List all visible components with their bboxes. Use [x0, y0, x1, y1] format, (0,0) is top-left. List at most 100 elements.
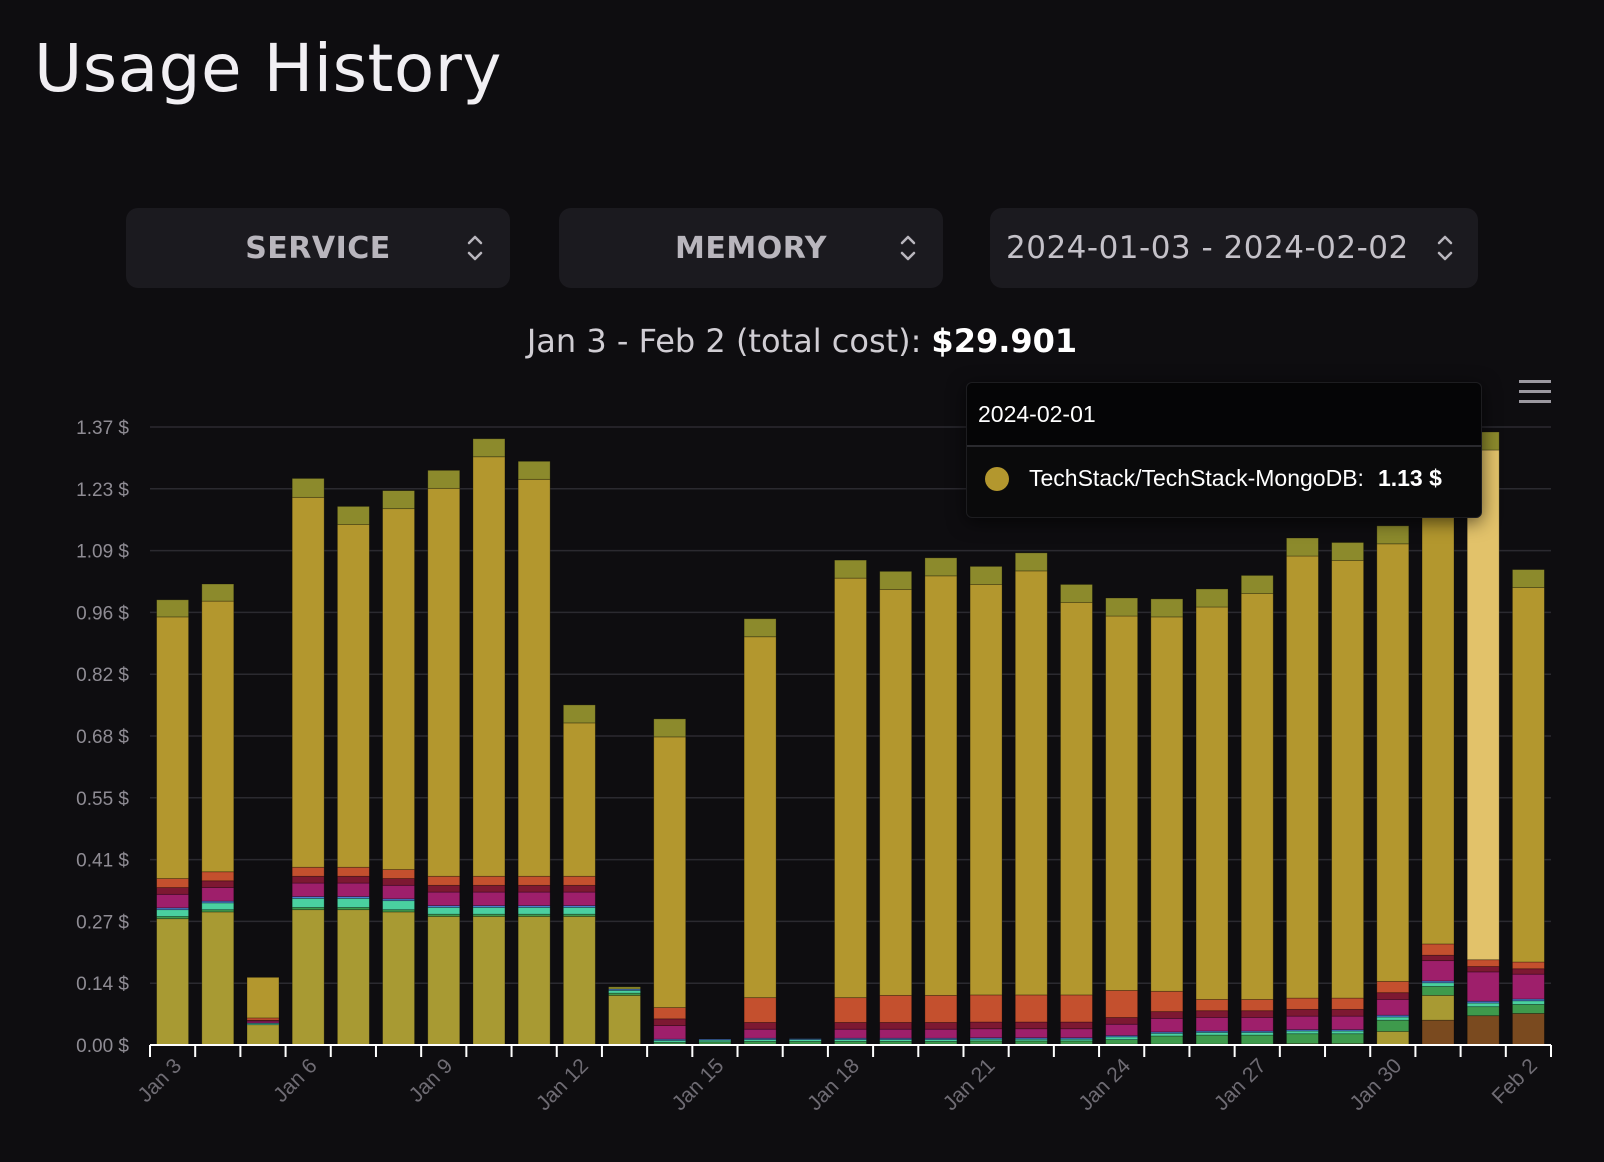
bar-segment — [653, 718, 687, 738]
bar-segment — [1195, 1017, 1229, 1032]
bar-segment — [517, 875, 551, 886]
y-tick-label: 1.23 $ — [76, 480, 129, 501]
bar-segment — [834, 997, 867, 1023]
bar-segment — [1014, 1040, 1048, 1045]
bar-segment — [1060, 1028, 1093, 1039]
y-tick-label: 0.41 $ — [76, 851, 129, 872]
bar-stack[interactable] — [1105, 597, 1139, 1046]
bar-stack[interactable] — [743, 618, 777, 1046]
bar-segment — [517, 891, 551, 907]
bar-stack[interactable] — [924, 557, 958, 1046]
bar-segment — [1150, 990, 1184, 1013]
bar-segment — [1195, 999, 1229, 1012]
bar-segment — [382, 490, 415, 510]
bar-segment — [1512, 961, 1545, 970]
chart-bars — [156, 431, 1545, 1046]
bar-stack[interactable] — [382, 490, 415, 1046]
bar-stack[interactable] — [1466, 431, 1500, 1046]
bar-segment — [336, 875, 370, 884]
bar-stack[interactable] — [1150, 598, 1184, 1046]
bar-segment — [427, 487, 461, 877]
bar-segment — [1512, 569, 1545, 588]
bar-stack[interactable] — [1060, 584, 1093, 1046]
bar-stack[interactable] — [291, 478, 325, 1046]
bar-segment — [1331, 997, 1365, 1010]
y-tick-label: 1.37 $ — [76, 418, 129, 439]
bar-segment — [201, 871, 235, 882]
bar-segment — [1014, 1021, 1048, 1030]
bar-stack[interactable] — [608, 986, 641, 1046]
bar-segment — [562, 884, 596, 893]
bar-stack[interactable] — [1286, 537, 1319, 1046]
bar-segment — [472, 916, 506, 1046]
bar-stack[interactable] — [562, 704, 596, 1046]
bar-segment — [201, 902, 235, 911]
bar-segment — [1014, 994, 1048, 1023]
bar-segment — [924, 557, 958, 577]
bar-segment — [291, 496, 325, 868]
bar-stack[interactable] — [336, 505, 370, 1046]
bar-stack[interactable] — [427, 469, 461, 1046]
bar-stack[interactable] — [1331, 542, 1365, 1046]
x-tick-label: Jan 15 — [668, 1054, 729, 1115]
bar-segment — [382, 900, 415, 911]
x-tick-label: Jan 24 — [1074, 1054, 1135, 1115]
x-tick-label: Jan 30 — [1346, 1054, 1407, 1115]
bar-segment — [1331, 1030, 1365, 1035]
bar-segment — [156, 616, 189, 879]
bar-stack[interactable] — [201, 583, 235, 1046]
bar-stack[interactable] — [969, 565, 1003, 1046]
bar-segment — [879, 1022, 913, 1030]
bar-stack[interactable] — [472, 438, 506, 1046]
bar-segment — [924, 1040, 958, 1045]
y-tick-label: 0.96 $ — [76, 603, 129, 624]
bar-segment — [1195, 588, 1229, 608]
tooltip-row: TechStack/TechStack-MongoDB: 1.13 $ — [985, 465, 1442, 492]
bar-segment — [608, 986, 641, 990]
bar-segment — [1240, 1034, 1274, 1045]
bar-segment — [1195, 606, 1229, 1000]
bar-segment — [156, 599, 189, 618]
bar-segment — [1240, 999, 1274, 1012]
bar-stack[interactable] — [1512, 569, 1545, 1046]
bar-segment — [291, 478, 325, 498]
bar-stack[interactable] — [834, 559, 867, 1046]
bar-segment — [608, 994, 641, 1046]
bar-segment — [1060, 1040, 1093, 1045]
bar-segment — [1240, 1017, 1274, 1032]
bar-segment — [1421, 960, 1455, 982]
bar-segment — [201, 600, 235, 873]
bar-segment — [1014, 570, 1048, 996]
bar-stack[interactable] — [246, 976, 280, 1046]
bar-segment — [1105, 615, 1139, 991]
bar-segment — [1286, 555, 1319, 999]
bar-segment — [472, 875, 506, 886]
bar-segment — [517, 478, 551, 877]
bar-stack[interactable] — [1014, 552, 1048, 1046]
bar-stack[interactable] — [653, 718, 687, 1046]
bar-segment — [336, 505, 370, 525]
bar-segment — [1286, 1015, 1319, 1031]
y-tick-label: 0.00 $ — [76, 1036, 129, 1057]
bar-segment — [969, 1021, 1003, 1030]
bar-stack[interactable] — [1195, 588, 1229, 1046]
bar-segment — [1376, 1019, 1410, 1032]
bar-stack[interactable] — [879, 570, 913, 1046]
bar-stack[interactable] — [1421, 465, 1455, 1046]
bar-segment — [1105, 1039, 1139, 1045]
bar-segment — [1512, 1000, 1545, 1005]
bar-segment — [427, 884, 461, 893]
bar-segment — [1466, 1002, 1500, 1008]
bar-stack[interactable] — [156, 599, 189, 1046]
x-tick-label: Jan 21 — [939, 1054, 1000, 1115]
tooltip-series-value: 1.13 $ — [1377, 465, 1442, 491]
bar-segment — [1376, 992, 1410, 1000]
bar-stack[interactable] — [1376, 525, 1410, 1046]
bar-stack[interactable] — [1240, 575, 1274, 1046]
bar-segment — [1512, 587, 1545, 963]
bar-segment — [201, 887, 235, 902]
bar-segment — [1376, 980, 1410, 994]
bar-stack[interactable] — [517, 460, 551, 1046]
bar-segment — [246, 976, 280, 1019]
chart-menu-icon[interactable] — [1519, 380, 1551, 404]
